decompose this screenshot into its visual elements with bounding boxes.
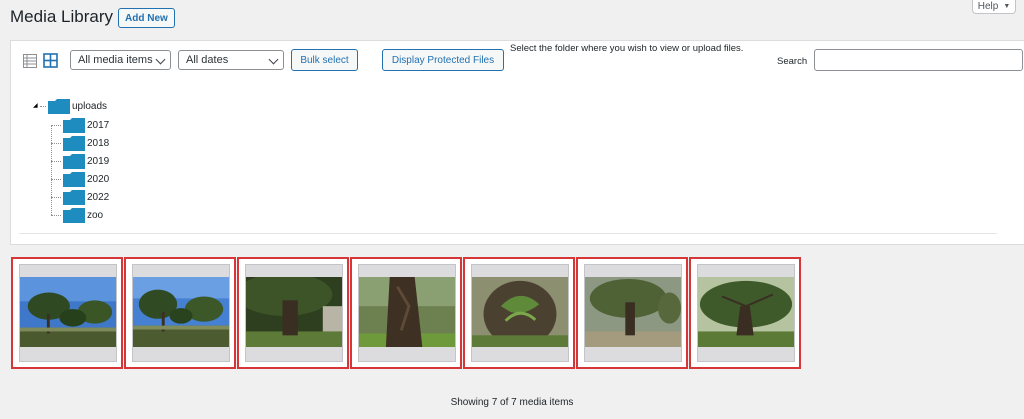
folder-node-2019[interactable]: 2019 xyxy=(51,154,109,169)
folder-icon xyxy=(63,208,85,223)
folder-label: uploads xyxy=(72,101,108,112)
folder-icon xyxy=(63,118,85,133)
folder-label: zoo xyxy=(87,210,104,221)
media-toolbar-panel: All media items All dates Bulk select Di… xyxy=(10,40,1024,245)
folder-hint-text: Select the folder where you wish to view… xyxy=(510,43,744,54)
folder-icon xyxy=(48,99,70,114)
folder-label: 2022 xyxy=(87,192,110,203)
folder-label: 2017 xyxy=(87,120,110,131)
media-thumbnail-image xyxy=(246,277,342,347)
caret-down-icon: ▼ xyxy=(1003,2,1011,10)
media-thumbnail-frame xyxy=(471,264,569,362)
help-tab[interactable]: Help ▼ xyxy=(972,0,1016,14)
folder-icon xyxy=(63,190,85,205)
bulk-select-button[interactable]: Bulk select xyxy=(291,49,358,71)
grid-view-icon[interactable] xyxy=(43,53,58,68)
folder-node-2018[interactable]: 2018 xyxy=(51,136,109,151)
date-select[interactable]: All dates xyxy=(178,50,284,70)
media-thumbnail-image xyxy=(585,277,681,347)
folder-icon xyxy=(63,136,85,151)
chevron-down-icon xyxy=(268,54,279,65)
media-thumbnail-frame xyxy=(132,264,230,362)
media-thumbnail-frame xyxy=(358,264,456,362)
folder-node-uploads[interactable]: uploads xyxy=(40,99,107,114)
folder-label: 2018 xyxy=(87,138,110,149)
page-title: Media Library xyxy=(10,7,113,26)
media-item[interactable] xyxy=(350,257,462,369)
media-item[interactable] xyxy=(237,257,349,369)
tree-connector xyxy=(40,106,46,107)
media-type-select[interactable]: All media items xyxy=(70,50,171,70)
media-item[interactable] xyxy=(576,257,688,369)
add-new-button[interactable]: Add New xyxy=(118,8,175,28)
folder-label: 2020 xyxy=(87,174,110,185)
collapse-icon[interactable]: ◢ xyxy=(33,102,38,109)
tree-connector xyxy=(51,125,61,126)
showing-count: Showing 7 of 7 media items xyxy=(450,397,574,408)
media-thumbnail-frame xyxy=(584,264,682,362)
media-item[interactable] xyxy=(689,257,801,369)
folder-node-2017[interactable]: 2017 xyxy=(51,118,109,133)
media-thumbnail-image xyxy=(133,277,229,347)
media-thumbnail-image xyxy=(698,277,794,347)
folder-tree: ◢ uploads 2017 2018 2019 2020 2022 zoo xyxy=(19,85,997,234)
media-item[interactable] xyxy=(463,257,575,369)
folder-icon xyxy=(63,154,85,169)
date-value: All dates xyxy=(186,54,229,66)
media-thumbnail-image xyxy=(359,277,455,347)
search-input[interactable] xyxy=(814,49,1023,71)
display-protected-files-button[interactable]: Display Protected Files xyxy=(382,49,504,71)
media-grid xyxy=(11,257,802,369)
media-thumbnail-frame xyxy=(19,264,117,362)
media-thumbnail-frame xyxy=(697,264,795,362)
list-view-icon[interactable] xyxy=(23,54,37,68)
search-label: Search xyxy=(777,56,808,67)
media-item[interactable] xyxy=(124,257,236,369)
chevron-down-icon xyxy=(155,54,166,65)
folder-icon xyxy=(63,172,85,187)
tree-connector xyxy=(51,161,61,162)
folder-node-2020[interactable]: 2020 xyxy=(51,172,109,187)
folder-label: 2019 xyxy=(87,156,110,167)
media-item[interactable] xyxy=(11,257,123,369)
folder-node-zoo[interactable]: zoo xyxy=(51,208,103,223)
tree-connector xyxy=(51,215,61,216)
help-label: Help xyxy=(977,0,999,12)
tree-connector xyxy=(51,197,61,198)
folder-node-2022[interactable]: 2022 xyxy=(51,190,109,205)
tree-connector xyxy=(51,179,61,180)
media-thumbnail-frame xyxy=(245,264,343,362)
media-type-value: All media items xyxy=(78,54,153,66)
media-thumbnail-image xyxy=(20,277,116,347)
tree-connector xyxy=(51,143,61,144)
media-thumbnail-image xyxy=(472,277,568,347)
